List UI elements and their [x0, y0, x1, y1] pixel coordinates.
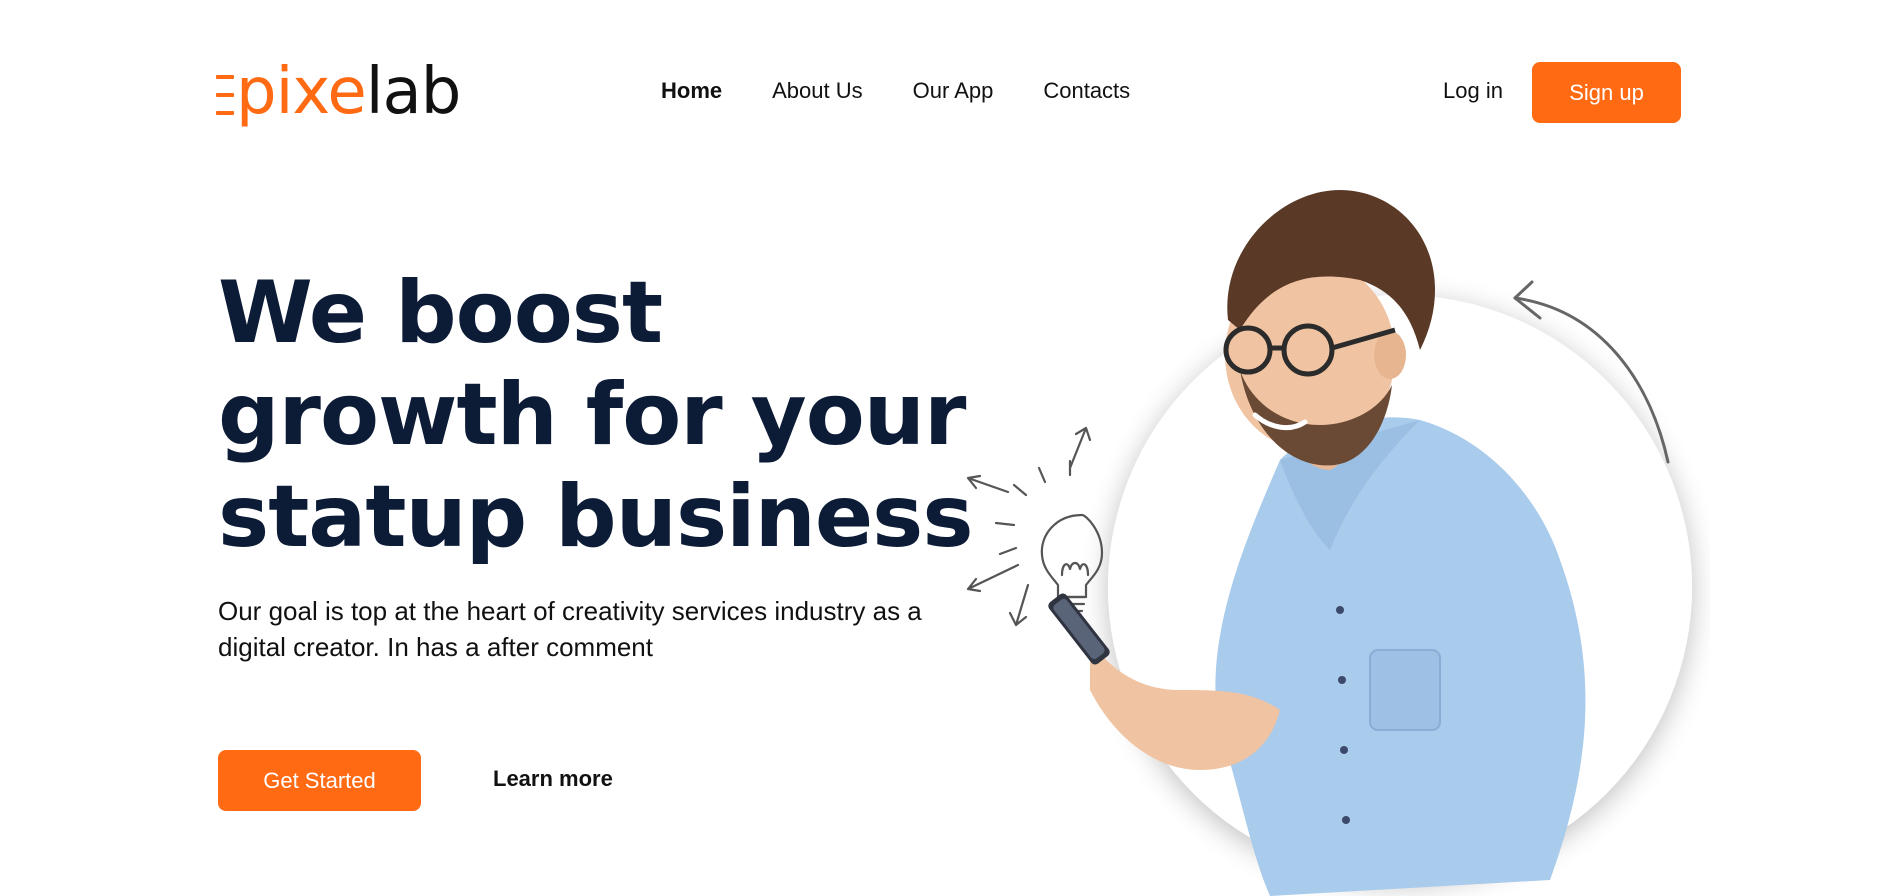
learn-more-link[interactable]: Learn more: [493, 762, 613, 796]
phone-icon: [1048, 593, 1110, 665]
hero-subtext: Our goal is top at the heart of creativi…: [218, 596, 922, 662]
main-nav: Home About Us Our App Contacts: [661, 74, 1130, 108]
headline-line-3: statup business: [218, 467, 974, 567]
hero-headline: We boost growth for your statup business: [218, 262, 974, 568]
nav-item-contacts[interactable]: Contacts: [1043, 74, 1130, 108]
nav-item-home[interactable]: Home: [661, 74, 722, 108]
nav-item-our-app[interactable]: Our App: [913, 74, 994, 108]
logo-text-suffix: lab: [365, 55, 462, 129]
headline-line-1: We boost: [218, 263, 663, 363]
logo-mark-icon: [216, 75, 234, 115]
logo-text: pixelab: [236, 55, 462, 129]
get-started-button[interactable]: Get Started: [218, 750, 421, 811]
signup-button[interactable]: Sign up: [1532, 62, 1681, 123]
logo-text-prefix: pixe: [236, 55, 367, 129]
login-link[interactable]: Log in: [1443, 74, 1503, 108]
nav-item-about-us[interactable]: About Us: [772, 74, 863, 108]
hero-illustration: [966, 190, 1692, 896]
logo[interactable]: pixelab: [216, 55, 462, 129]
lightbulb-icon: [966, 426, 1104, 627]
headline-line-2: growth for your: [218, 365, 966, 465]
